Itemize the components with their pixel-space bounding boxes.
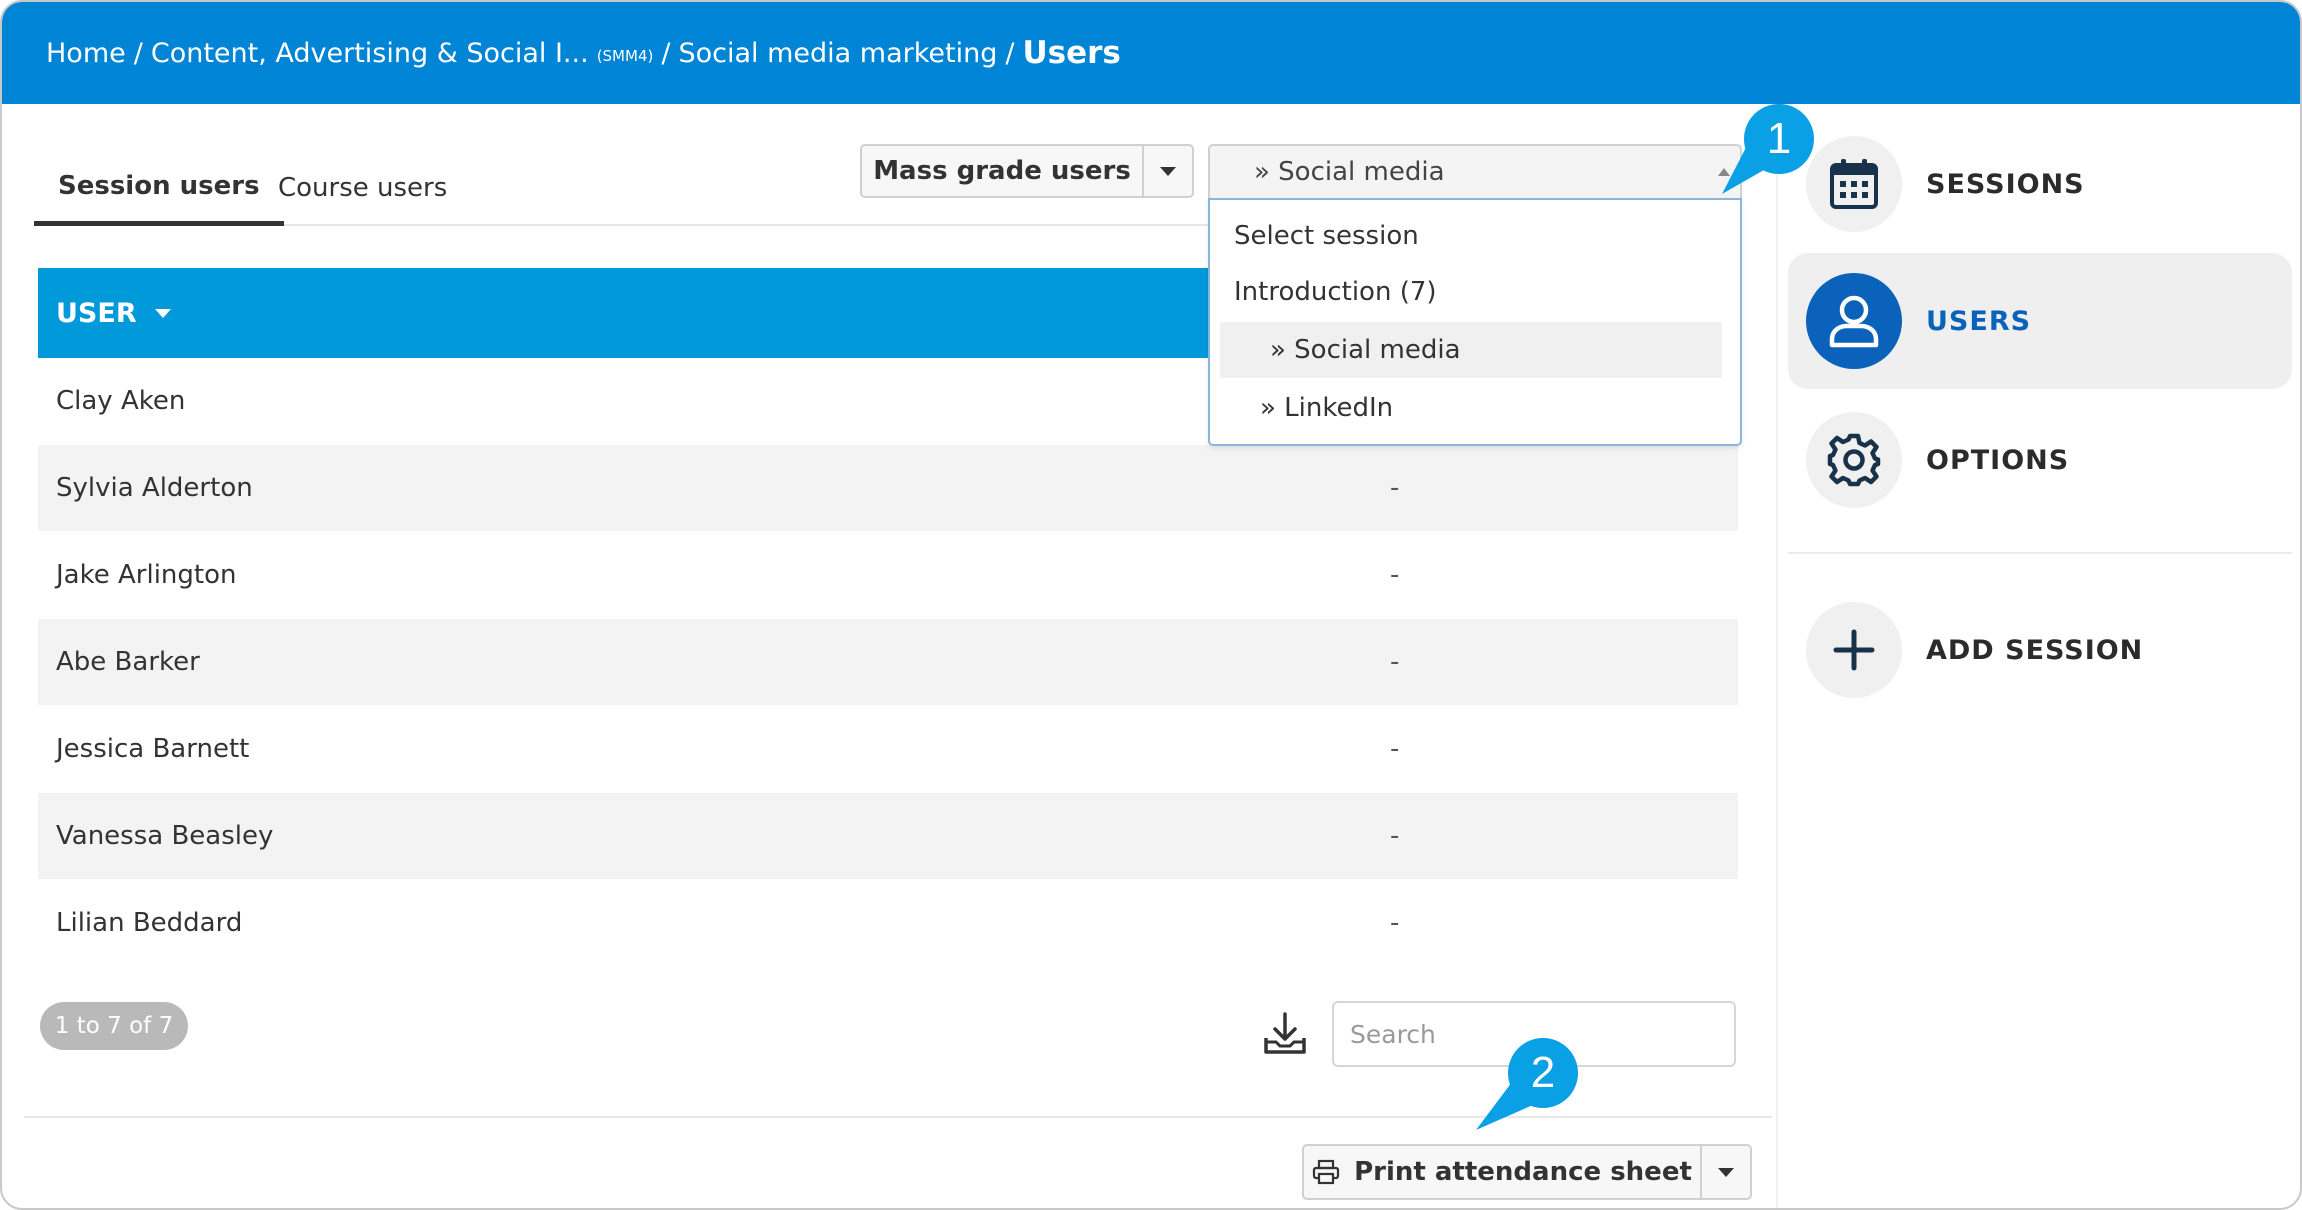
print-attendance-button-group: Print attendance sheet — [1302, 1144, 1752, 1200]
callout-number: 1 — [1744, 104, 1814, 174]
mass-grade-dropdown-toggle[interactable] — [1144, 146, 1192, 196]
mass-grade-button[interactable]: Mass grade users — [862, 146, 1144, 196]
breadcrumb: Home / Content, Advertising & Social I..… — [2, 2, 2300, 104]
row-value: - — [1390, 560, 1400, 590]
caret-down-icon — [1160, 166, 1176, 176]
page-title: Users — [1022, 35, 1121, 71]
print-dropdown-toggle[interactable] — [1702, 1146, 1750, 1198]
sidebar-item-label: USERS — [1926, 305, 2032, 337]
print-attendance-button[interactable]: Print attendance sheet — [1304, 1146, 1702, 1198]
sort-down-icon — [154, 308, 171, 318]
session-option[interactable]: » LinkedIn — [1210, 380, 1740, 436]
session-option-selected[interactable]: » Social media — [1220, 322, 1722, 378]
user-name: Jessica Barnett — [56, 734, 250, 764]
row-value: - — [1390, 473, 1400, 503]
sidebar-item-label: ADD SESSION — [1926, 634, 2144, 666]
breadcrumb-category[interactable]: Content, Advertising & Social I... — [151, 38, 589, 69]
gear-icon — [1827, 433, 1881, 487]
add-session-icon-circle — [1806, 602, 1902, 698]
app-window: Home / Content, Advertising & Social I..… — [0, 0, 2302, 1210]
session-dropdown-menu: Select session Introduction (7) » Social… — [1208, 198, 1742, 446]
breadcrumb-separator: / — [1005, 37, 1015, 69]
user-name: Vanessa Beasley — [56, 821, 274, 851]
table-row[interactable]: Abe Barker - — [38, 619, 1738, 705]
mass-grade-button-group: Mass grade users — [860, 144, 1194, 198]
breadcrumb-separator: / — [133, 37, 143, 69]
session-select[interactable]: » Social media — [1208, 144, 1742, 198]
tab-course-users[interactable]: Course users — [254, 150, 471, 226]
callout-2: 2 — [1462, 1034, 1582, 1134]
users-icon-circle — [1806, 273, 1902, 369]
sidebar-item-sessions[interactable]: SESSIONS — [1788, 116, 2292, 252]
sidebar-item-label: OPTIONS — [1926, 444, 2070, 476]
sidebar-item-label: SESSIONS — [1926, 168, 2085, 200]
sidebar-border — [1776, 104, 1778, 1208]
table-row[interactable]: Lilian Beddard - — [38, 880, 1738, 966]
user-name: Lilian Beddard — [56, 908, 243, 938]
calendar-icon — [1830, 159, 1878, 209]
sidebar-item-options[interactable]: OPTIONS — [1788, 392, 2292, 528]
table-row[interactable]: Jessica Barnett - — [38, 706, 1738, 792]
breadcrumb-course[interactable]: Social media marketing — [678, 38, 997, 69]
column-header-label: USER — [56, 297, 137, 329]
user-name: Abe Barker — [56, 647, 200, 677]
row-value: - — [1390, 821, 1400, 851]
session-option[interactable]: Select session — [1210, 208, 1740, 264]
sidebar-item-users[interactable]: USERS — [1788, 253, 2292, 389]
table-row[interactable]: Sylvia Alderton - — [38, 445, 1738, 531]
row-value: - — [1390, 647, 1400, 677]
print-attendance-label: Print attendance sheet — [1354, 1157, 1692, 1187]
pagination-badge: 1 to 7 of 7 — [40, 1002, 188, 1050]
row-value: - — [1390, 734, 1400, 764]
tab-session-users[interactable]: Session users — [34, 150, 284, 226]
user-icon — [1829, 295, 1879, 348]
session-option[interactable]: Introduction (7) — [1210, 264, 1740, 320]
printer-icon — [1313, 1159, 1340, 1185]
callout-number: 2 — [1508, 1038, 1578, 1108]
user-name: Clay Aken — [56, 386, 186, 416]
breadcrumb-home[interactable]: Home — [46, 38, 126, 69]
download-icon[interactable] — [1262, 1012, 1308, 1056]
breadcrumb-category-code: (SMM4) — [596, 47, 654, 65]
table-row[interactable]: Jake Arlington - — [38, 532, 1738, 618]
user-name: Sylvia Alderton — [56, 473, 253, 503]
options-icon-circle — [1806, 412, 1902, 508]
user-name: Jake Arlington — [56, 560, 237, 590]
row-value: - — [1390, 908, 1400, 938]
table-row[interactable]: Vanessa Beasley - — [38, 793, 1738, 879]
caret-down-icon — [1718, 1167, 1734, 1177]
sidebar-divider — [1788, 552, 2292, 554]
callout-1: 1 — [1702, 102, 1822, 202]
breadcrumb-separator: / — [661, 37, 671, 69]
session-select-value: » Social media — [1254, 157, 1445, 187]
sidebar-item-add-session[interactable]: ADD SESSION — [1788, 582, 2292, 718]
plus-icon — [1833, 629, 1875, 671]
